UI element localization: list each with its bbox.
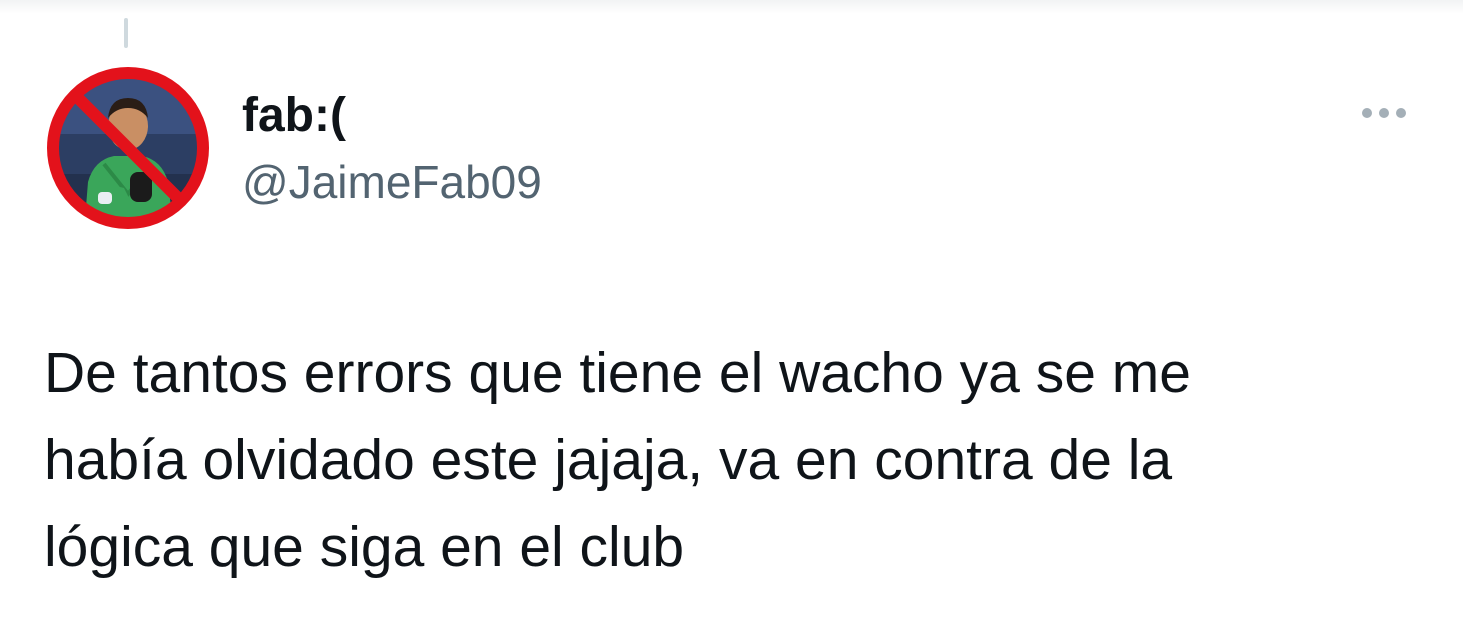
more-horizontal-icon (1362, 108, 1372, 118)
tweet-card: fab:( @JaimeFab09 De tantos errors que t… (0, 0, 1463, 620)
avatar-image (47, 67, 209, 229)
thread-connector-line (124, 18, 128, 48)
avatar[interactable] (44, 64, 212, 232)
more-horizontal-icon (1396, 108, 1406, 118)
author-handle[interactable]: @JaimeFab09 (242, 155, 542, 209)
tweet-text-line: De tantos errors que tiene el wacho ya s… (44, 341, 1191, 405)
more-horizontal-icon (1379, 108, 1389, 118)
tweet-text: De tantos errors que tiene el wacho ya s… (44, 330, 1424, 591)
author-display-name[interactable]: fab:( (242, 88, 346, 144)
tweet-text-line: lógica que siga en el club (44, 515, 685, 579)
tweet-text-line: había olvidado este jajaja, va en contra… (44, 428, 1173, 492)
previous-tweet-edge (0, 0, 1463, 14)
more-options-button[interactable] (1352, 96, 1416, 130)
